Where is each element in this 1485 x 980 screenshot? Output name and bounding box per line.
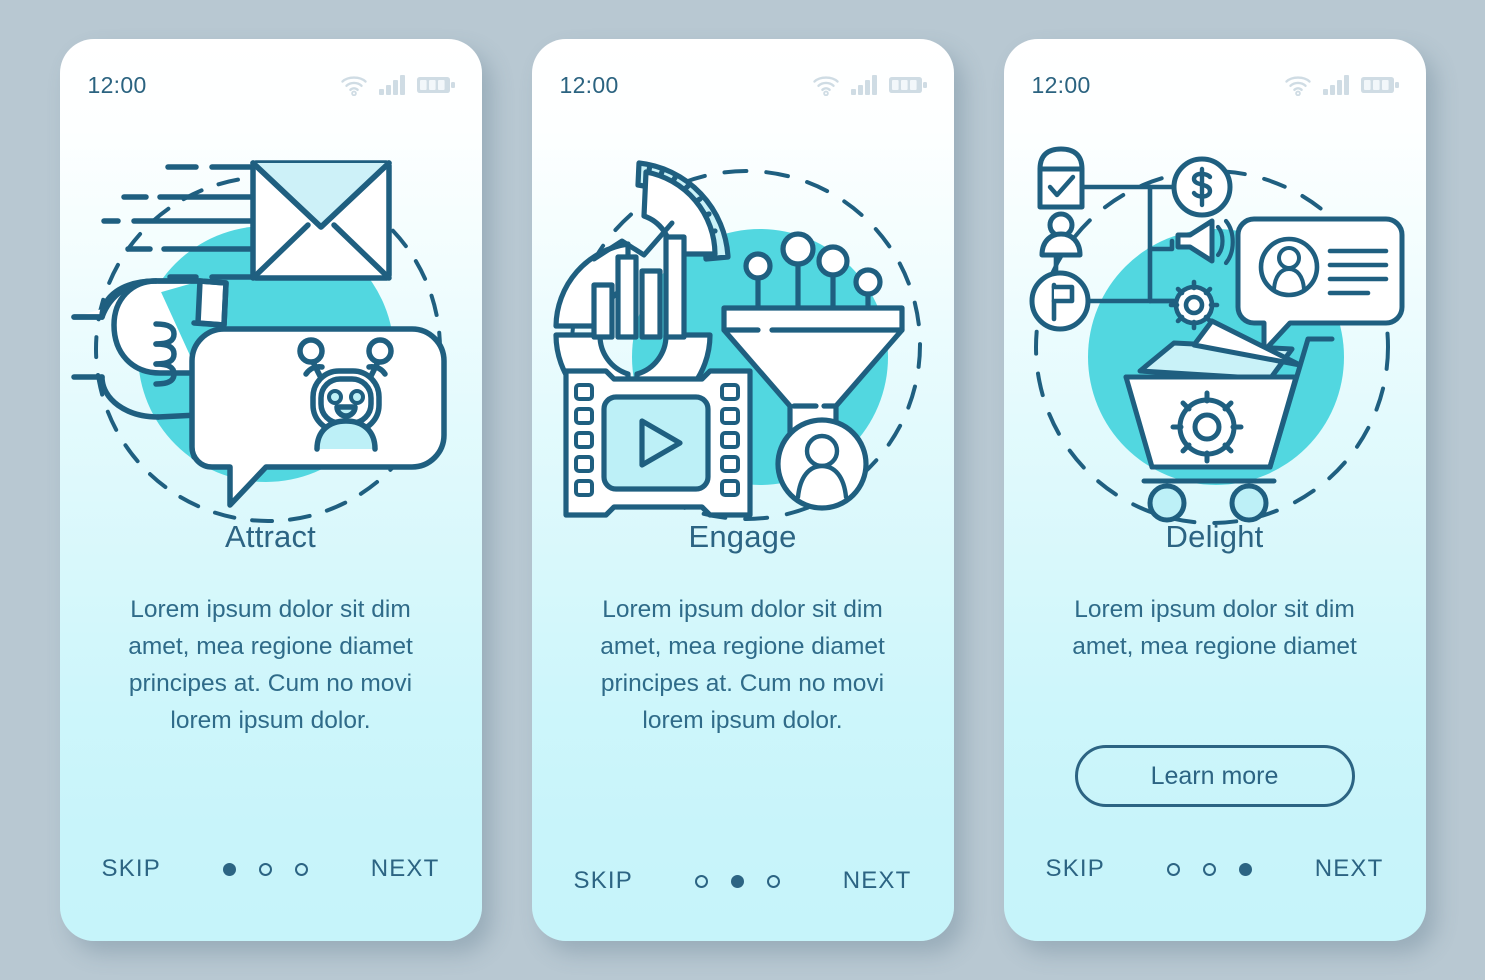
chatbot-speech-bubble-icon <box>188 326 447 508</box>
page-title: Engage <box>688 519 797 554</box>
status-clock: 12:00 <box>559 71 619 98</box>
film-strip-play-icon <box>562 368 753 518</box>
signal-icon <box>850 75 877 95</box>
pagination-dot-2[interactable] <box>731 874 745 888</box>
page-description: Lorem ipsum dolor sit dim amet, mea regi… <box>1072 596 1357 660</box>
page-description: Lorem ipsum dolor sit dim amet, mea regi… <box>128 596 413 734</box>
status-icon-group <box>1284 74 1400 96</box>
footer-nav: SKIP NEXT <box>60 849 482 889</box>
signal-icon <box>378 75 405 95</box>
attract-illustration <box>60 139 482 539</box>
status-bar: 12:00 <box>60 69 482 101</box>
gear-icon-cart <box>1170 390 1243 464</box>
status-bar: 12:00 <box>532 69 954 101</box>
status-icon-group <box>340 74 456 96</box>
battery-icon <box>888 77 927 93</box>
onboarding-screens-stage: 12:00 Attract Lorem ipsum dolor sit dim … <box>0 0 1485 980</box>
pagination-dot-1[interactable] <box>1167 862 1181 876</box>
pagination-dot-3[interactable] <box>295 862 309 876</box>
battery-icon <box>1360 77 1399 93</box>
pagination-dots <box>695 874 781 888</box>
page-title: Delight <box>1165 519 1264 554</box>
battery-icon <box>416 77 455 93</box>
wifi-icon <box>1284 76 1311 96</box>
status-clock: 12:00 <box>87 71 147 98</box>
phone-screen-engage: 12:00 Engage Lorem ipsum dolor sit dim a… <box>531 39 954 941</box>
pagination-dot-3[interactable] <box>1239 862 1253 876</box>
pagination-dots <box>223 862 309 876</box>
next-button[interactable]: NEXT <box>1315 855 1384 883</box>
skip-button[interactable]: SKIP <box>574 867 634 895</box>
footer-nav: SKIP NEXT <box>1004 849 1426 889</box>
pagination-dot-1[interactable] <box>695 874 709 888</box>
phone-screen-delight: 12:00 Delight Lorem ipsum dolor sit dim … <box>1003 39 1426 941</box>
wifi-icon <box>340 76 367 96</box>
delight-illustration <box>1004 139 1426 539</box>
footer-nav: SKIP NEXT <box>532 861 954 901</box>
wifi-icon <box>812 76 839 96</box>
flag-icon <box>1029 270 1090 332</box>
user-avatar-icon <box>774 417 869 511</box>
page-title: Attract <box>225 519 316 554</box>
dollar-coin-icon <box>1171 156 1232 218</box>
status-icon-group <box>812 74 928 96</box>
pagination-dot-2[interactable] <box>259 862 273 876</box>
status-clock: 12:00 <box>1031 71 1091 98</box>
next-button[interactable]: NEXT <box>843 867 912 895</box>
next-button[interactable]: NEXT <box>371 855 440 883</box>
signal-icon <box>1322 75 1349 95</box>
engage-illustration <box>532 139 954 539</box>
page-description: Lorem ipsum dolor sit dim amet, mea regi… <box>600 596 885 734</box>
phone-screen-attract: 12:00 Attract Lorem ipsum dolor sit dim … <box>59 39 482 941</box>
skip-button[interactable]: SKIP <box>102 855 162 883</box>
pagination-dot-1[interactable] <box>223 862 237 876</box>
pagination-dot-3[interactable] <box>767 874 781 888</box>
skip-button[interactable]: SKIP <box>1046 855 1106 883</box>
envelope-icon <box>249 160 392 281</box>
status-bar: 12:00 <box>1004 69 1426 101</box>
pagination-dot-2[interactable] <box>1203 862 1217 876</box>
shopping-bag-check-icon <box>1037 146 1084 210</box>
pagination-dots <box>1167 862 1253 876</box>
learn-more-button[interactable]: Learn more <box>1074 745 1355 807</box>
